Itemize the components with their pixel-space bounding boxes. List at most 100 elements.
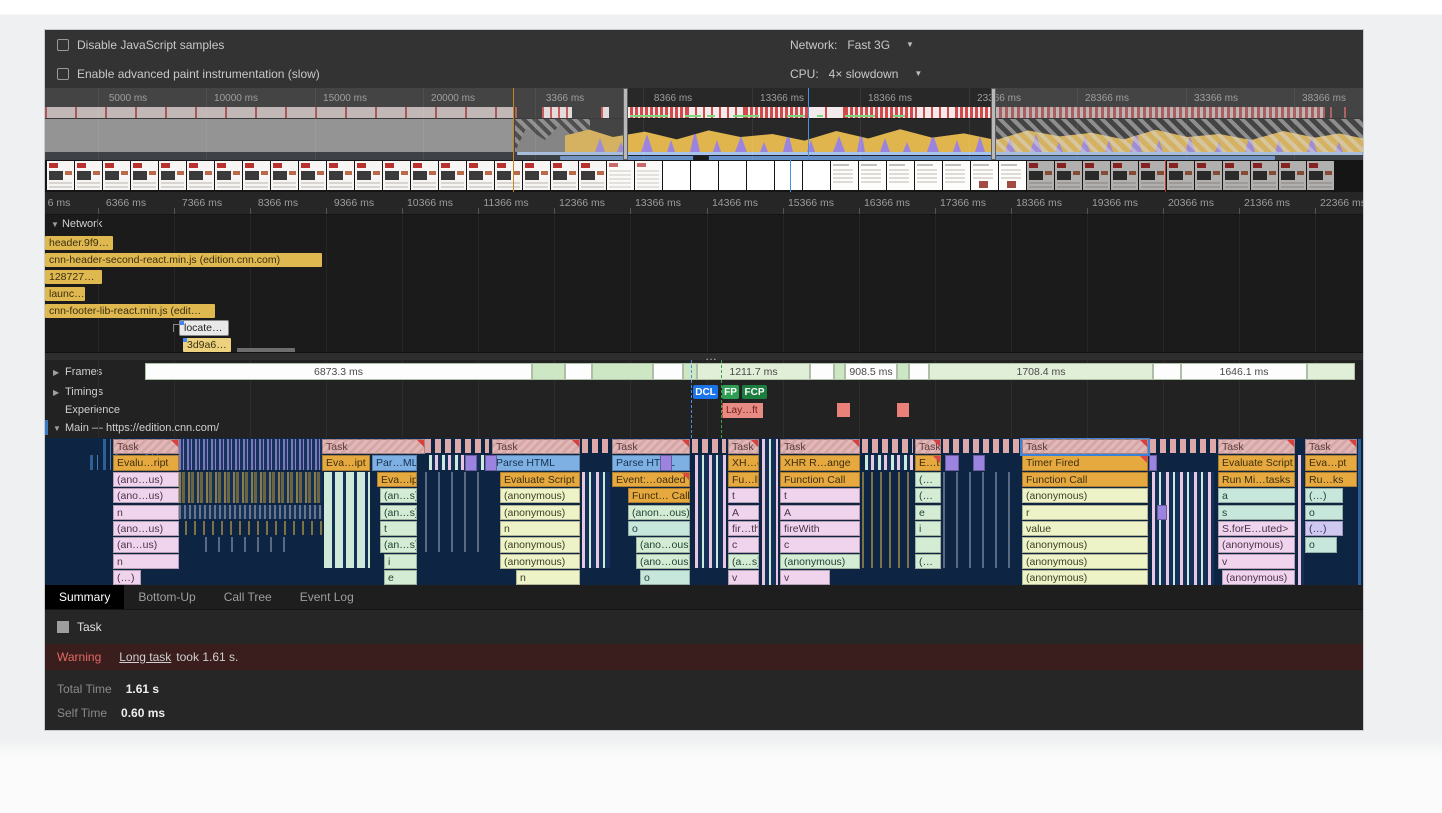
screenshot-thumb[interactable] bbox=[1111, 161, 1138, 190]
screenshot-thumb[interactable] bbox=[635, 161, 662, 190]
screenshot-thumb[interactable] bbox=[131, 161, 158, 190]
flame-bar[interactable]: (an…us) bbox=[113, 537, 179, 552]
flame-bar[interactable]: Evaluate Script bbox=[1218, 455, 1295, 470]
network-request-bar[interactable]: cnn-footer-lib-react.min.js (edit… bbox=[45, 304, 215, 318]
long-task-link[interactable]: Long task bbox=[119, 650, 171, 664]
screenshot-thumb[interactable] bbox=[75, 161, 102, 190]
timing-badge-fp[interactable]: FP bbox=[722, 385, 739, 399]
main-track-label[interactable]: ▼Main — https://edition.cnn.com/ bbox=[53, 422, 219, 434]
frame-segment[interactable]: 1646.1 ms bbox=[1181, 363, 1307, 380]
disclosure-triangle-icon[interactable]: ▼ bbox=[51, 220, 59, 229]
experience-track-label[interactable]: Experience bbox=[65, 404, 120, 416]
flame-bar[interactable]: Run Mi…tasks bbox=[1218, 472, 1295, 487]
flame-bar[interactable]: (anonymous) bbox=[780, 554, 860, 569]
frame-segment[interactable] bbox=[592, 363, 653, 380]
flame-bar[interactable]: (anonymous) bbox=[1022, 537, 1148, 552]
flame-bar[interactable]: XH…e bbox=[728, 455, 759, 470]
flame-purple-chip[interactable] bbox=[1149, 455, 1157, 470]
flame-bar[interactable]: (anonymous) bbox=[1022, 488, 1148, 503]
flame-bar[interactable]: (anonymous) bbox=[500, 554, 580, 569]
network-request-bar[interactable]: 128727… bbox=[45, 270, 102, 284]
flame-bar[interactable]: Task bbox=[1305, 439, 1357, 454]
screenshot-thumb[interactable] bbox=[299, 161, 326, 190]
frame-segment[interactable]: 908.5 ms bbox=[845, 363, 897, 380]
flame-bar[interactable]: (… bbox=[915, 488, 941, 503]
flame-purple-chip[interactable] bbox=[660, 455, 672, 470]
flame-bar[interactable]: (anonymous) bbox=[500, 488, 580, 503]
flame-bar[interactable]: Task bbox=[728, 439, 759, 454]
flame-bar[interactable]: (ano…us) bbox=[113, 521, 179, 536]
flame-bar[interactable]: Funct… Call bbox=[628, 488, 690, 503]
network-throttle-select[interactable]: Fast 3G bbox=[847, 38, 890, 52]
flame-bar[interactable]: fir…th bbox=[728, 521, 759, 536]
flame-bar[interactable]: S.forE…uted> bbox=[1218, 521, 1295, 536]
screenshot-thumb[interactable] bbox=[747, 161, 774, 190]
screenshot-thumb[interactable] bbox=[1055, 161, 1082, 190]
screenshot-thumb[interactable] bbox=[215, 161, 242, 190]
tab-event-log[interactable]: Event Log bbox=[286, 585, 368, 609]
flame-bar[interactable]: Task bbox=[322, 439, 425, 454]
screenshot-thumb[interactable] bbox=[1251, 161, 1278, 190]
screenshot-thumb[interactable] bbox=[243, 161, 270, 190]
flame-bar[interactable]: (anonymous) bbox=[500, 537, 580, 552]
timing-badge-dcl[interactable]: DCL bbox=[693, 385, 718, 399]
flame-bar[interactable]: Task bbox=[1218, 439, 1295, 454]
frame-segment[interactable] bbox=[653, 363, 683, 380]
layout-shift-marker[interactable] bbox=[897, 403, 909, 417]
flame-bar[interactable]: (anonymous) bbox=[1022, 554, 1148, 569]
overview-window-handle[interactable] bbox=[623, 88, 628, 160]
screenshot-thumb[interactable] bbox=[1223, 161, 1250, 190]
flame-bar[interactable]: (anonymous) bbox=[1222, 570, 1295, 585]
network-track-header[interactable]: ▼ Network bbox=[51, 218, 102, 230]
timeline-overview-minimap[interactable]: 5000 ms10000 ms15000 ms20000 ms3366 ms83… bbox=[45, 88, 1363, 160]
network-request-bar[interactable]: cnn-header-second-react.min.js (edition.… bbox=[45, 253, 322, 267]
screenshot-thumb[interactable] bbox=[495, 161, 522, 190]
screenshot-thumb[interactable] bbox=[355, 161, 382, 190]
frame-segment[interactable] bbox=[834, 363, 845, 380]
flame-bar[interactable]: i bbox=[384, 554, 417, 569]
network-request-bar[interactable]: launc… bbox=[45, 287, 85, 301]
flame-bar[interactable]: v bbox=[728, 570, 759, 585]
frame-segment[interactable] bbox=[810, 363, 834, 380]
screenshot-thumb[interactable] bbox=[103, 161, 130, 190]
flame-bar[interactable]: A bbox=[780, 505, 860, 520]
flame-bar[interactable]: Par…ML bbox=[372, 455, 417, 470]
network-request-bar[interactable]: header.9f9… bbox=[45, 236, 113, 250]
flame-bar[interactable]: (an…s) bbox=[380, 505, 417, 520]
screenshot-thumb[interactable] bbox=[411, 161, 438, 190]
flame-bar[interactable]: Task bbox=[1022, 439, 1148, 454]
flame-bar[interactable]: (ano…ous) bbox=[636, 537, 690, 552]
flame-bar[interactable]: Task bbox=[612, 439, 690, 454]
flame-purple-chip[interactable] bbox=[465, 455, 477, 470]
frame-segment[interactable] bbox=[909, 363, 929, 380]
screenshot-thumb[interactable] bbox=[1083, 161, 1110, 190]
flame-bar[interactable]: c bbox=[728, 537, 759, 552]
flame-bar[interactable]: Evaluate Script bbox=[500, 472, 580, 487]
screenshot-thumb[interactable] bbox=[47, 161, 74, 190]
flame-bar[interactable]: v bbox=[780, 570, 830, 585]
screenshot-thumb[interactable] bbox=[887, 161, 914, 190]
chevron-down-icon[interactable]: ▼ bbox=[906, 40, 914, 49]
screenshot-thumb[interactable] bbox=[159, 161, 186, 190]
screenshot-thumb[interactable] bbox=[775, 161, 802, 190]
flame-bar[interactable]: n bbox=[113, 505, 179, 520]
flame-bar[interactable]: o bbox=[1305, 505, 1343, 520]
flame-bar[interactable]: (ano…us) bbox=[113, 488, 179, 503]
flame-bar[interactable]: A bbox=[728, 505, 759, 520]
flame-bar[interactable]: v bbox=[1218, 554, 1295, 569]
flame-bar[interactable]: E…t bbox=[915, 455, 941, 470]
frame-segment[interactable] bbox=[683, 363, 697, 380]
flame-bar[interactable]: (an…s) bbox=[380, 537, 417, 552]
frame-segment[interactable] bbox=[897, 363, 909, 380]
tab-bottom-up[interactable]: Bottom-Up bbox=[124, 585, 209, 609]
flame-bar[interactable]: Eva…pt bbox=[1305, 455, 1357, 470]
screenshot-thumb[interactable] bbox=[327, 161, 354, 190]
main-flame-chart[interactable]: TaskEvalu…ript(ano…us)(ano…us)n(ano…us)(… bbox=[45, 438, 1363, 585]
screenshot-thumb[interactable] bbox=[1167, 161, 1194, 190]
screenshot-thumb[interactable] bbox=[1279, 161, 1306, 190]
flame-bar[interactable]: t bbox=[728, 488, 759, 503]
screenshot-thumb[interactable] bbox=[663, 161, 690, 190]
screenshot-thumb[interactable] bbox=[439, 161, 466, 190]
flame-bar[interactable]: (… bbox=[915, 554, 941, 569]
flame-bar[interactable]: Task bbox=[915, 439, 941, 454]
